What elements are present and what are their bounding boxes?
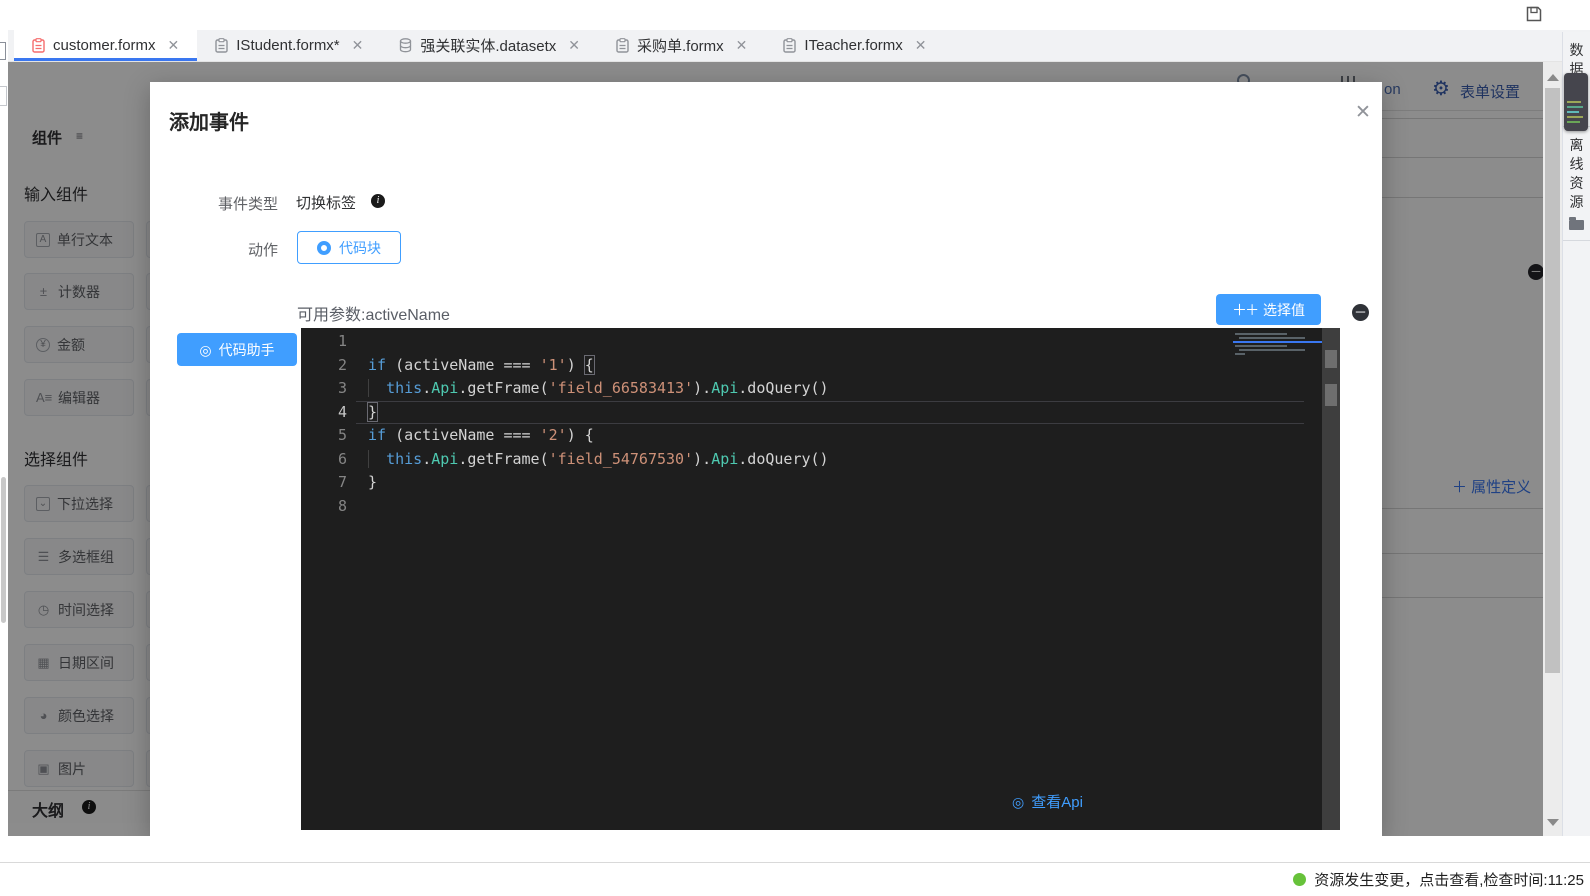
code-assistant-button[interactable]: ◎ 代码助手 <box>177 333 297 366</box>
line-number: 3 <box>301 377 347 401</box>
form-file-icon <box>32 38 45 53</box>
code-line[interactable]: 7} <box>301 471 1322 495</box>
bottom-gap <box>0 836 1590 862</box>
file-tab[interactable]: ITeacher.formx ✕ <box>765 30 944 61</box>
close-icon[interactable]: ✕ <box>168 37 180 54</box>
remove-action-button[interactable]: ─ <box>1352 304 1369 321</box>
editor-scrollbar-thumb[interactable] <box>1325 350 1337 368</box>
code-line[interactable]: 1 <box>301 330 1322 354</box>
form-file-icon <box>616 38 629 53</box>
dialog-scrollbar-thumb[interactable] <box>1325 384 1337 406</box>
code-line[interactable]: 6 this.Api.getFrame('field_54767530').Ap… <box>301 448 1322 472</box>
select-value-label: ＋ 选择值 <box>1245 300 1305 320</box>
file-tab[interactable]: customer.formx ✕ <box>14 30 197 61</box>
form-file-icon <box>215 38 228 53</box>
status-bar: 资源发生变更，点击查看,检查时间:11:25 <box>0 862 1590 896</box>
code-text: this.Api.getFrame('field_54767530').Api.… <box>347 448 829 472</box>
close-icon[interactable]: ✕ <box>915 37 927 54</box>
radio-selected-icon <box>317 241 331 255</box>
file-tab[interactable]: 强关联实体.datasetx ✕ <box>381 30 598 61</box>
code-text: } <box>347 471 377 495</box>
scroll-down-arrow-icon[interactable] <box>1547 819 1559 826</box>
code-assistant-label: 代码助手 <box>219 340 275 360</box>
editor-minimap[interactable] <box>1233 330 1322 390</box>
file-tab[interactable]: IStudent.formx* ✕ <box>197 30 381 61</box>
code-block-option[interactable]: 代码块 <box>297 231 401 264</box>
page-scrollbar[interactable] <box>1543 62 1562 836</box>
line-number: 8 <box>301 495 347 519</box>
line-number: 6 <box>301 448 347 472</box>
event-type-label: 事件类型 <box>150 193 278 214</box>
code-text: this.Api.getFrame('field_66583413').Api.… <box>347 377 829 401</box>
scroll-up-arrow-icon[interactable] <box>1547 74 1559 81</box>
file-tab-label: 采购单.formx <box>637 35 724 56</box>
dataset-file-icon <box>399 38 412 53</box>
close-icon[interactable]: ✕ <box>352 37 364 54</box>
save-icon[interactable] <box>1524 4 1544 24</box>
info-icon: i <box>371 194 385 208</box>
close-icon[interactable]: ✕ <box>736 37 748 54</box>
file-tab[interactable]: 采购单.formx ✕ <box>598 30 765 61</box>
line-number: 4 <box>301 401 347 425</box>
close-icon[interactable]: ✕ <box>568 37 580 54</box>
available-params-label: 可用参数:activeName <box>297 301 450 325</box>
line-number: 5 <box>301 424 347 448</box>
code-text: if (activeName === '1') { <box>347 354 594 378</box>
line-number: 7 <box>301 471 347 495</box>
file-tab-label: customer.formx <box>53 37 156 54</box>
action-label: 动作 <box>150 239 278 260</box>
file-tab-label: ITeacher.formx <box>804 37 902 54</box>
add-event-dialog: 添加事件 ✕ 事件类型 切换标签 i 动作 代码块 可用参数:activeNam… <box>150 82 1382 836</box>
code-line[interactable]: 5if (activeName === '2') { <box>301 424 1322 448</box>
folder-icon <box>1569 220 1584 230</box>
code-editor[interactable]: 12if (activeName === '1') {3 this.Api.ge… <box>301 328 1340 830</box>
editor-scrollbar[interactable] <box>1322 328 1340 830</box>
file-tab-bar: customer.formx✕IStudent.formx*✕强关联实体.dat… <box>0 30 1590 62</box>
view-api-link[interactable]: ◎ 查看Api <box>1012 791 1083 812</box>
file-tab-label: IStudent.formx* <box>236 37 339 54</box>
eye-icon: ◎ <box>1012 795 1024 809</box>
code-line[interactable]: 8 <box>301 495 1322 519</box>
left-edge-strip <box>0 30 8 896</box>
code-text <box>347 495 368 519</box>
line-number: 2 <box>301 354 347 378</box>
code-text <box>347 330 368 354</box>
code-line[interactable]: 2if (activeName === '1') { <box>301 354 1322 378</box>
sidebar-scrollbar-thumb[interactable] <box>1 477 6 623</box>
status-message[interactable]: 资源发生变更，点击查看,检查时间:11:25 <box>1314 869 1584 890</box>
status-indicator-dot <box>1293 873 1306 886</box>
view-api-label: 查看Api <box>1031 791 1083 812</box>
window-top-bar <box>0 0 1590 30</box>
dialog-title: 添加事件 <box>169 106 249 135</box>
code-text: if (activeName === '2') { <box>347 424 594 448</box>
minimap-active-line <box>1233 341 1322 343</box>
form-file-icon <box>783 38 796 53</box>
file-tab-label: 强关联实体.datasetx <box>420 35 556 56</box>
select-value-button[interactable]: ＋ ＋ 选择值 <box>1216 294 1321 325</box>
collapsed-panel-fragment <box>0 86 7 106</box>
right-resource-rail: 数据源离线资源 <box>1562 32 1590 862</box>
code-line[interactable]: 4} <box>301 401 1322 425</box>
code-block-option-label: 代码块 <box>339 238 381 258</box>
code-line[interactable]: 3 this.Api.getFrame('field_66583413').Ap… <box>301 377 1322 401</box>
event-type-value: 切换标签 <box>296 192 356 213</box>
collapsed-panel-icon <box>0 42 6 60</box>
dialog-close-icon[interactable]: ✕ <box>1350 100 1376 126</box>
floating-code-preview <box>1564 73 1588 131</box>
code-text: } <box>347 401 377 425</box>
line-number: 1 <box>301 330 347 354</box>
rail-section-label: 离线资源 <box>1569 136 1585 212</box>
page-scrollbar-thumb[interactable] <box>1545 88 1560 673</box>
rail-section[interactable]: 离线资源 <box>1563 127 1590 241</box>
assistant-icon: ◎ <box>199 343 211 357</box>
